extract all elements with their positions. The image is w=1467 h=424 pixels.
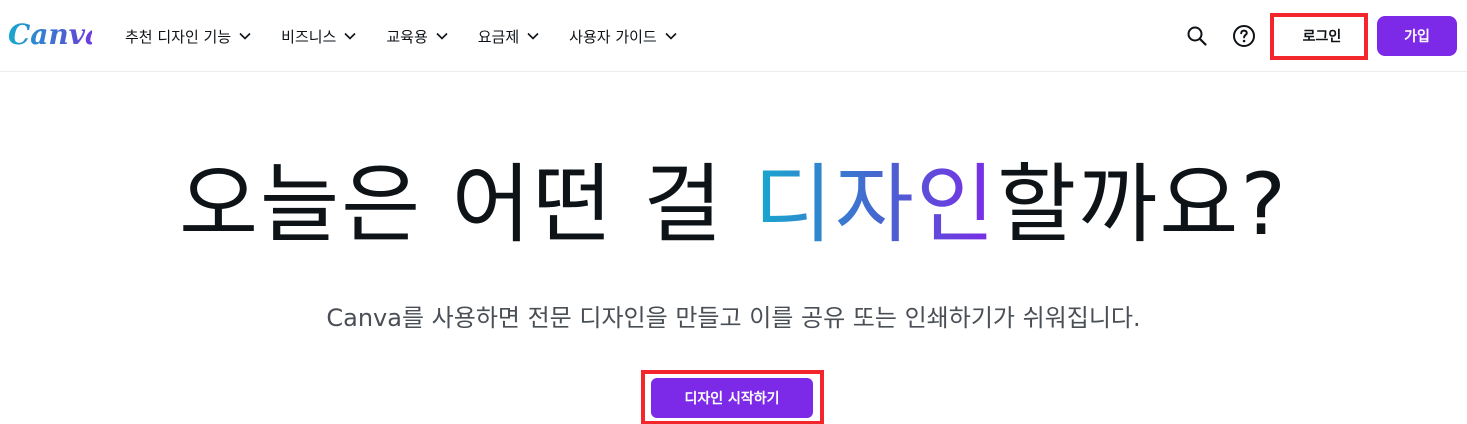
search-icon [1187,26,1207,46]
nav-user-guide-label: 사용자 가이드 [569,27,657,46]
signup-button[interactable]: 가입 [1377,16,1457,56]
nav-featured-design[interactable]: 추천 디자인 기능 [125,16,251,56]
help-icon [1233,25,1255,47]
canva-logo-icon: Canva [8,18,92,51]
nav-pricing[interactable]: 요금제 [478,16,539,56]
chevron-down-icon [527,32,539,40]
svg-text:Canva: Canva [8,18,92,51]
nav-featured-design-label: 추천 디자인 기능 [125,27,232,46]
nav-education[interactable]: 교육용 [386,16,448,56]
chevron-down-icon [436,32,448,40]
hero-subtitle: Canva를 사용하면 전문 디자인을 만들고 이를 공유 또는 인쇄하기가 쉬… [326,304,1141,332]
hero-title-after: 할까요? [997,155,1289,255]
nav-business[interactable]: 비즈니스 [281,16,356,56]
chevron-down-icon [344,32,356,40]
main-nav: 추천 디자인 기능 비즈니스 교육용 요금제 사용자 가이드 [125,0,677,72]
hero-title: 오늘은 어떤 걸 디자인할까요? [0,150,1467,260]
nav-business-label: 비즈니스 [281,27,337,46]
help-button[interactable] [1228,20,1260,52]
login-button[interactable]: 로그인 [1284,17,1360,55]
nav-pricing-label: 요금제 [477,27,520,46]
search-button[interactable] [1181,20,1213,52]
hero-title-highlight: 디자인 [753,155,998,255]
chevron-down-icon [239,32,251,40]
top-header: Canva 추천 디자인 기능 비즈니스 교육용 요금제 [0,0,1467,72]
chevron-down-icon [665,32,677,40]
canva-logo[interactable]: Canva [8,14,92,54]
hero-title-before: 오늘은 어떤 걸 [178,155,754,255]
start-design-button[interactable]: 디자인 시작하기 [651,378,813,418]
nav-user-guide[interactable]: 사용자 가이드 [569,16,677,56]
nav-education-label: 교육용 [386,27,428,46]
